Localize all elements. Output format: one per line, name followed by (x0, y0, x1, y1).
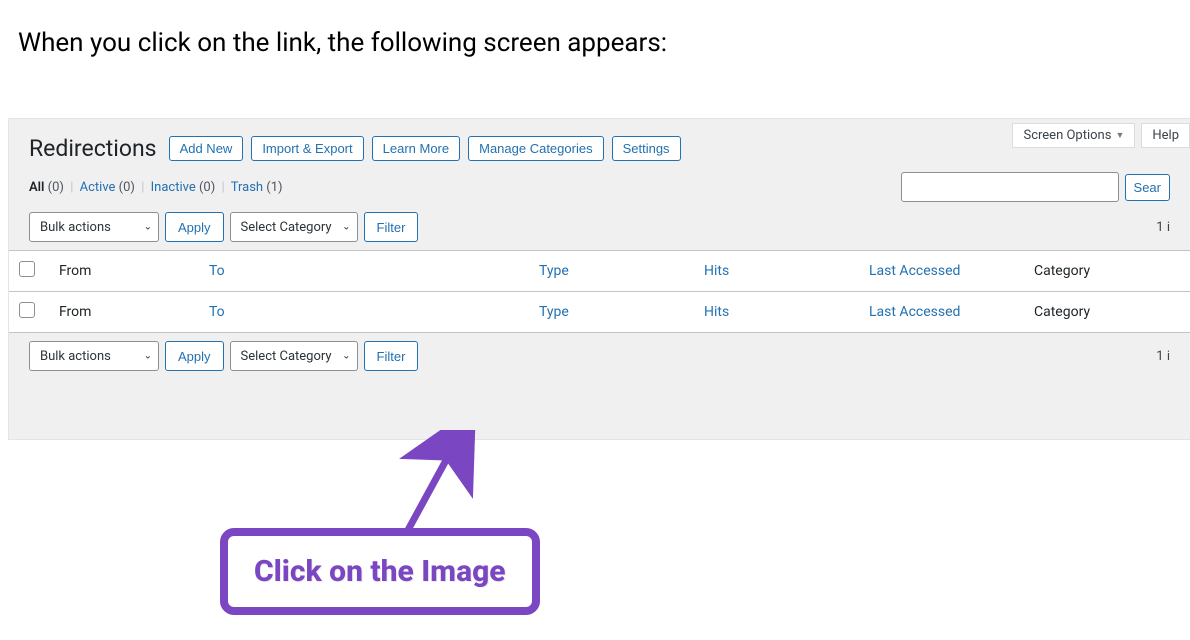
col-category[interactable]: Category (1024, 251, 1190, 292)
separator: | (138, 180, 147, 195)
search-area: Sear (901, 172, 1170, 202)
learn-more-button[interactable]: Learn More (372, 136, 460, 161)
col-to-footer[interactable]: To (199, 292, 529, 333)
filter-inactive[interactable]: Inactive (151, 180, 196, 195)
separator: | (219, 180, 228, 195)
bulk-row-bottom: Bulk actions ⌄ Apply Select Category ⌄ F… (9, 333, 1190, 379)
top-right-tabs: Screen Options ▼ Help (1012, 123, 1190, 148)
apply-button-top[interactable]: Apply (165, 212, 224, 242)
callout-box: Click on the Image (220, 528, 540, 615)
import-export-button[interactable]: Import & Export (251, 136, 363, 161)
chevron-down-icon: ⌄ (342, 351, 350, 362)
arrow-icon (390, 430, 480, 540)
filter-trash[interactable]: Trash (231, 180, 263, 195)
category-select-bottom[interactable]: Select Category ⌄ (230, 341, 358, 371)
col-to[interactable]: To (199, 251, 529, 292)
bulk-actions-label: Bulk actions (40, 220, 111, 235)
spacer (9, 379, 1190, 439)
item-count-top: 1 i (1156, 220, 1170, 235)
caret-down-icon: ▼ (1115, 130, 1124, 141)
filter-button-top[interactable]: Filter (364, 212, 419, 242)
col-from-footer[interactable]: From (49, 292, 199, 333)
bulk-row-top: Bulk actions ⌄ Apply Select Category ⌄ F… (9, 212, 1190, 250)
chevron-down-icon: ⌄ (144, 351, 152, 362)
select-all-checkbox[interactable] (19, 261, 35, 277)
page-title: Redirections (29, 135, 157, 162)
bulk-actions-select-bottom[interactable]: Bulk actions ⌄ (29, 341, 159, 371)
annotation-layer: Click on the Image (0, 440, 1190, 640)
select-all-header (9, 251, 49, 292)
search-input[interactable] (901, 172, 1119, 202)
category-select-top[interactable]: Select Category ⌄ (230, 212, 358, 242)
col-hits-footer[interactable]: Hits (694, 292, 859, 333)
apply-button-bottom[interactable]: Apply (165, 341, 224, 371)
intro-text: When you click on the link, the followin… (0, 0, 1190, 58)
settings-button[interactable]: Settings (612, 136, 681, 161)
table-header-row: From To Type Hits Last Accessed Category (9, 251, 1190, 292)
bulk-actions-select[interactable]: Bulk actions ⌄ (29, 212, 159, 242)
col-last-accessed[interactable]: Last Accessed (859, 251, 1024, 292)
chevron-down-icon: ⌄ (342, 222, 350, 233)
filter-trash-count: (1) (266, 180, 282, 195)
col-last-accessed-footer[interactable]: Last Accessed (859, 292, 1024, 333)
separator: | (67, 180, 76, 195)
search-button[interactable]: Sear (1125, 174, 1170, 201)
screen-options-label: Screen Options (1023, 128, 1111, 143)
item-count-bottom: 1 i (1156, 349, 1170, 364)
admin-panel: Screen Options ▼ Help Redirections Add N… (8, 118, 1190, 440)
filter-active-count: (0) (119, 180, 135, 195)
col-category-footer[interactable]: Category (1024, 292, 1190, 333)
col-type[interactable]: Type (529, 251, 694, 292)
bulk-actions-label-bottom: Bulk actions (40, 349, 111, 364)
table-footer-row: From To Type Hits Last Accessed Category (9, 292, 1190, 333)
col-hits[interactable]: Hits (694, 251, 859, 292)
filter-row: All (0) | Active (0) | Inactive (0) | Tr… (9, 172, 1190, 212)
status-filters: All (0) | Active (0) | Inactive (0) | Tr… (29, 180, 283, 195)
category-select-label: Select Category (241, 220, 332, 235)
select-all-checkbox-footer[interactable] (19, 302, 35, 318)
redirections-table: From To Type Hits Last Accessed Category… (9, 250, 1190, 333)
callout-text: Click on the Image (254, 554, 506, 589)
col-from[interactable]: From (49, 251, 199, 292)
filter-inactive-count: (0) (199, 180, 215, 195)
filter-button-bottom[interactable]: Filter (364, 341, 419, 371)
filter-all[interactable]: All (29, 180, 44, 195)
category-select-label-bottom: Select Category (241, 349, 332, 364)
filter-active[interactable]: Active (80, 180, 116, 195)
col-type-footer[interactable]: Type (529, 292, 694, 333)
manage-categories-button[interactable]: Manage Categories (468, 136, 603, 161)
chevron-down-icon: ⌄ (144, 222, 152, 233)
select-all-footer-cell (9, 292, 49, 333)
help-button[interactable]: Help (1141, 123, 1190, 148)
help-label: Help (1152, 128, 1179, 143)
screen-options-button[interactable]: Screen Options ▼ (1012, 123, 1135, 148)
filter-all-count: (0) (48, 180, 64, 195)
add-new-button[interactable]: Add New (169, 136, 244, 161)
